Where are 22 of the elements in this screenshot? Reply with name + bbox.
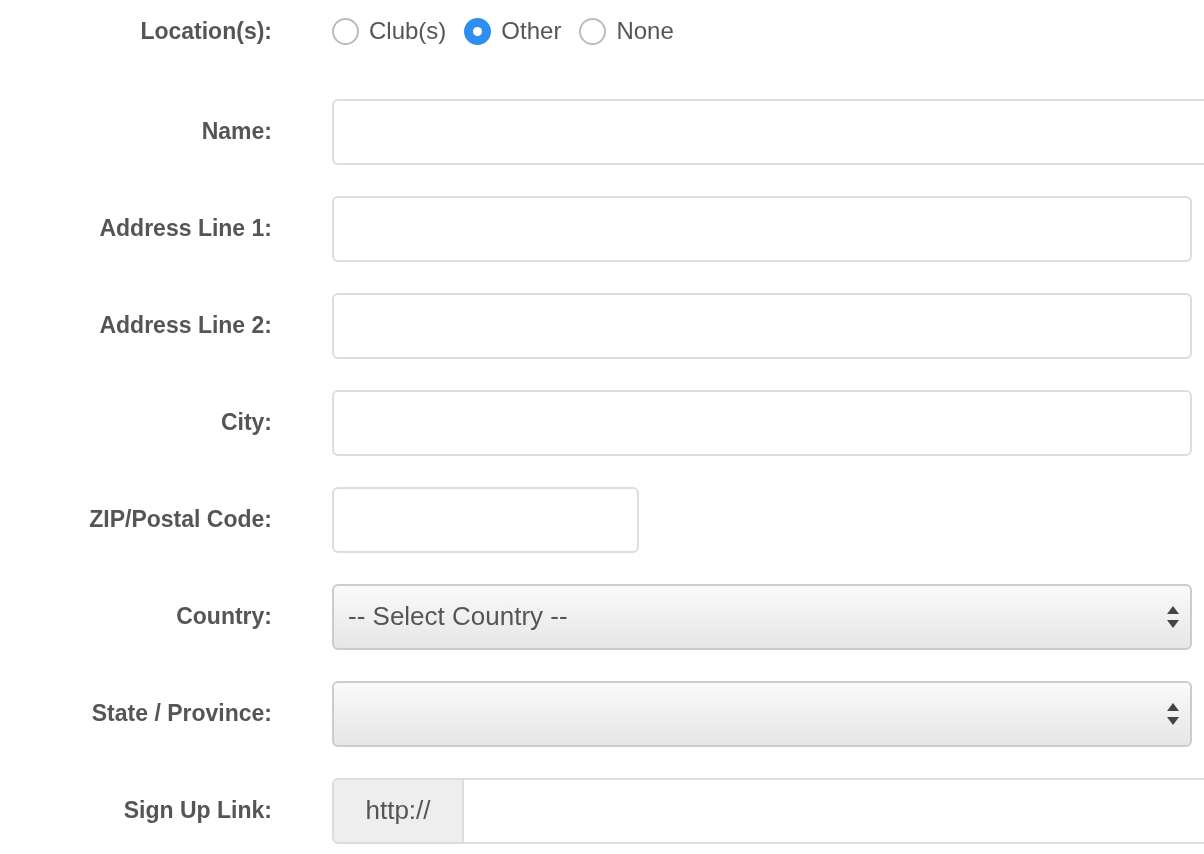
field-label: Address Line 2: xyxy=(98,311,272,341)
radio-button[interactable] xyxy=(579,17,607,45)
field-label: City: xyxy=(219,408,272,438)
field-label: Country: xyxy=(175,602,272,632)
radio-button[interactable] xyxy=(464,17,492,45)
field-label: Name: xyxy=(200,117,272,147)
dropdown[interactable]: -- Select Country -- xyxy=(332,583,1192,650)
dropdown[interactable] xyxy=(332,680,1192,747)
radio-option[interactable]: None xyxy=(579,13,674,49)
input-field[interactable] xyxy=(332,486,639,553)
input-field[interactable] xyxy=(332,292,1192,359)
field-label: ZIP/Postal Code: xyxy=(88,505,272,535)
field-label: State / Province: xyxy=(90,699,272,729)
radio-option[interactable]: Club(s) xyxy=(332,13,447,49)
field-label: Sign Up Link: xyxy=(122,796,272,826)
radio-option[interactable]: Other xyxy=(464,13,562,49)
radio-button[interactable] xyxy=(332,17,359,45)
input-field[interactable] xyxy=(332,98,1204,165)
input-field[interactable] xyxy=(332,195,1192,262)
field-label: Location(s): xyxy=(139,16,272,46)
field-label: Address Line 1: xyxy=(98,214,272,244)
input-field[interactable] xyxy=(332,389,1192,456)
